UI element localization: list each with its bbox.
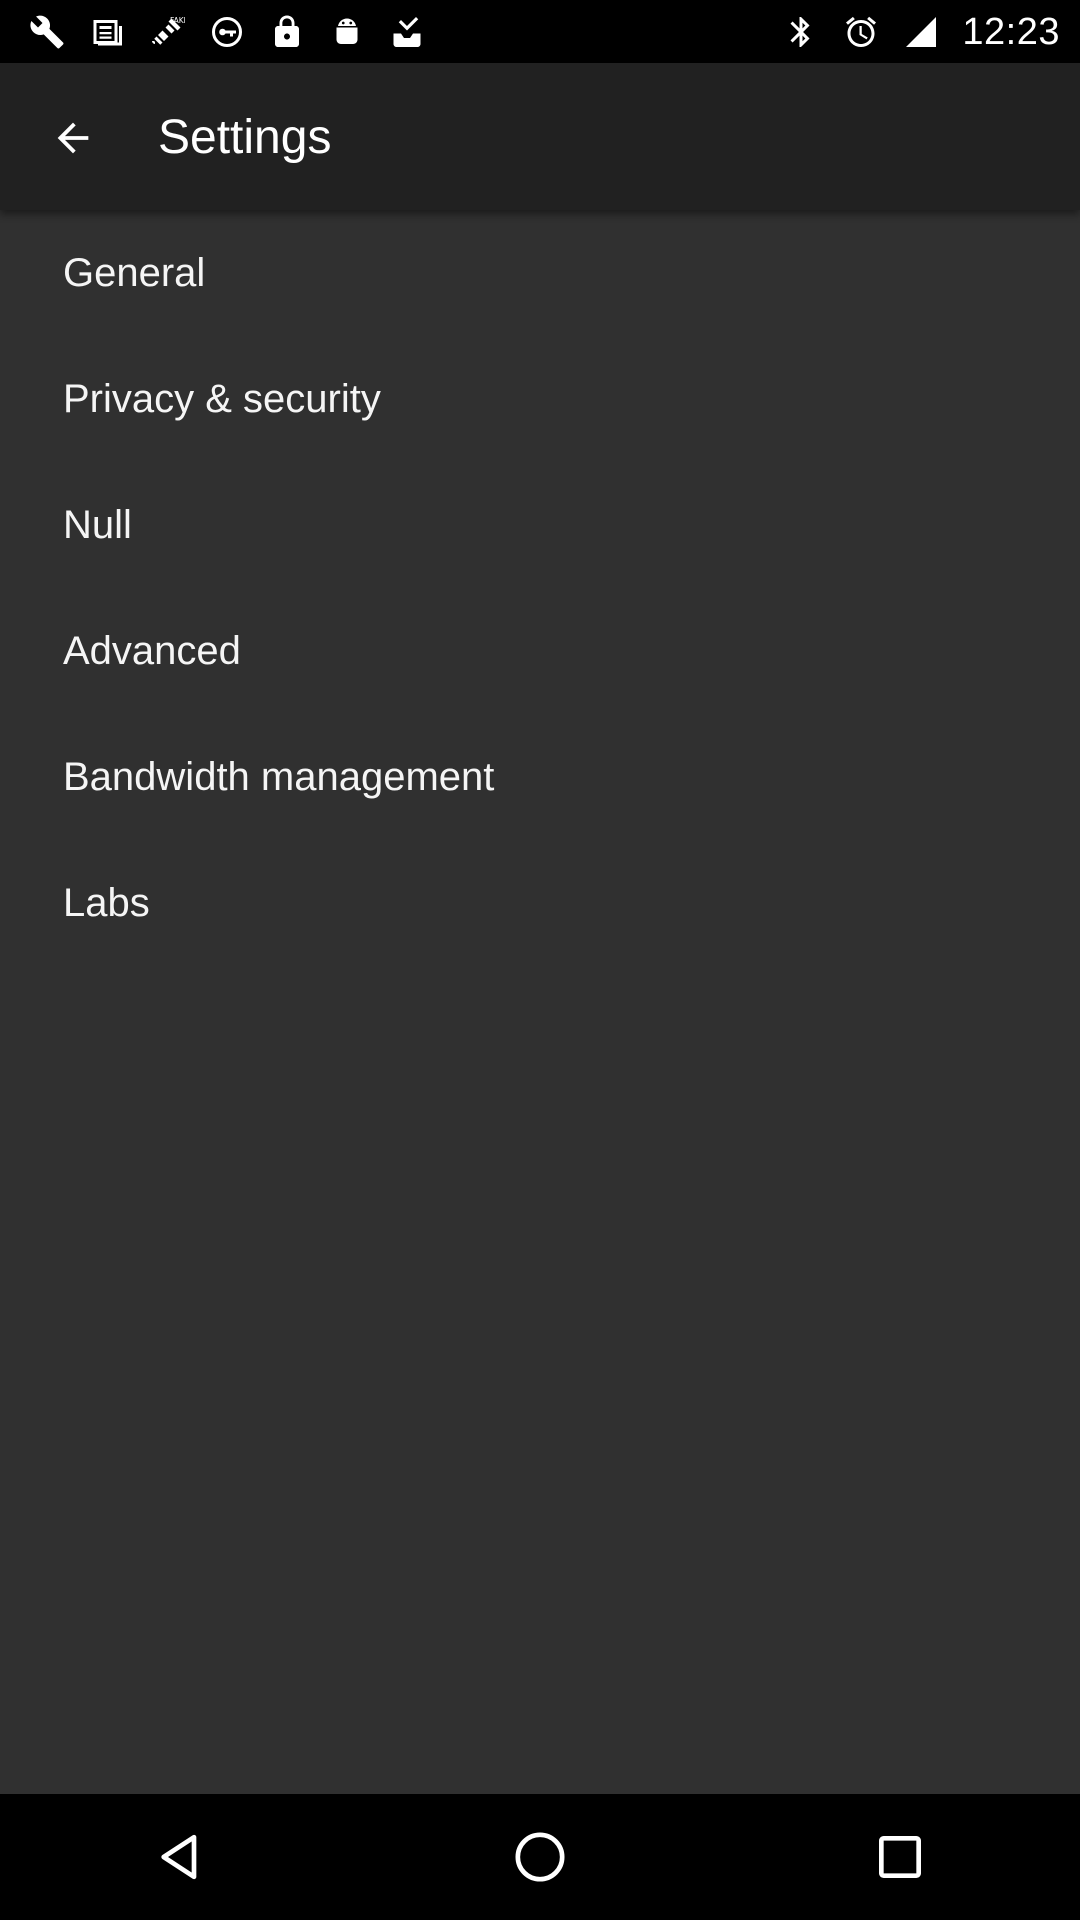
nav-back-button[interactable] (120, 1807, 240, 1907)
page-title: Settings (158, 111, 332, 164)
settings-item-privacy-security[interactable]: Privacy & security (0, 336, 1080, 462)
vpn-key-icon (208, 13, 246, 51)
android-icon (328, 13, 366, 51)
navigation-bar (0, 1794, 1080, 1920)
notification-icons: FAKE (28, 12, 426, 52)
lock-icon (268, 13, 306, 51)
status-clock: 12:23 (962, 10, 1060, 53)
settings-item-labs[interactable]: Labs (0, 840, 1080, 966)
settings-item-advanced[interactable]: Advanced (0, 588, 1080, 714)
news-icon (88, 13, 126, 51)
nav-home-button[interactable] (480, 1807, 600, 1907)
nav-back-icon (161, 1834, 197, 1880)
svg-text:FAKE: FAKE (170, 16, 185, 25)
settings-item-bandwidth-management[interactable]: Bandwidth management (0, 714, 1080, 840)
satellite-fake-gps-icon: FAKE (148, 13, 186, 51)
wrench-icon (28, 13, 66, 51)
bluetooth-icon (782, 13, 820, 51)
signal-icon (902, 13, 940, 51)
status-bar: FAKE 12:23 (0, 0, 1080, 63)
arrow-back-icon (57, 122, 89, 154)
back-button[interactable] (33, 103, 113, 173)
app-bar: Settings (0, 63, 1080, 210)
nav-recents-icon (879, 1836, 921, 1878)
settings-item-general[interactable]: General (0, 210, 1080, 336)
settings-item-null[interactable]: Null (0, 462, 1080, 588)
nav-recents-button[interactable] (840, 1807, 960, 1907)
nav-home-icon (515, 1832, 565, 1882)
alarm-icon (842, 13, 880, 51)
inbox-download-icon (388, 13, 426, 51)
settings-list: General Privacy & security Null Advanced… (0, 210, 1080, 966)
system-icons: 12:23 (782, 10, 1060, 53)
